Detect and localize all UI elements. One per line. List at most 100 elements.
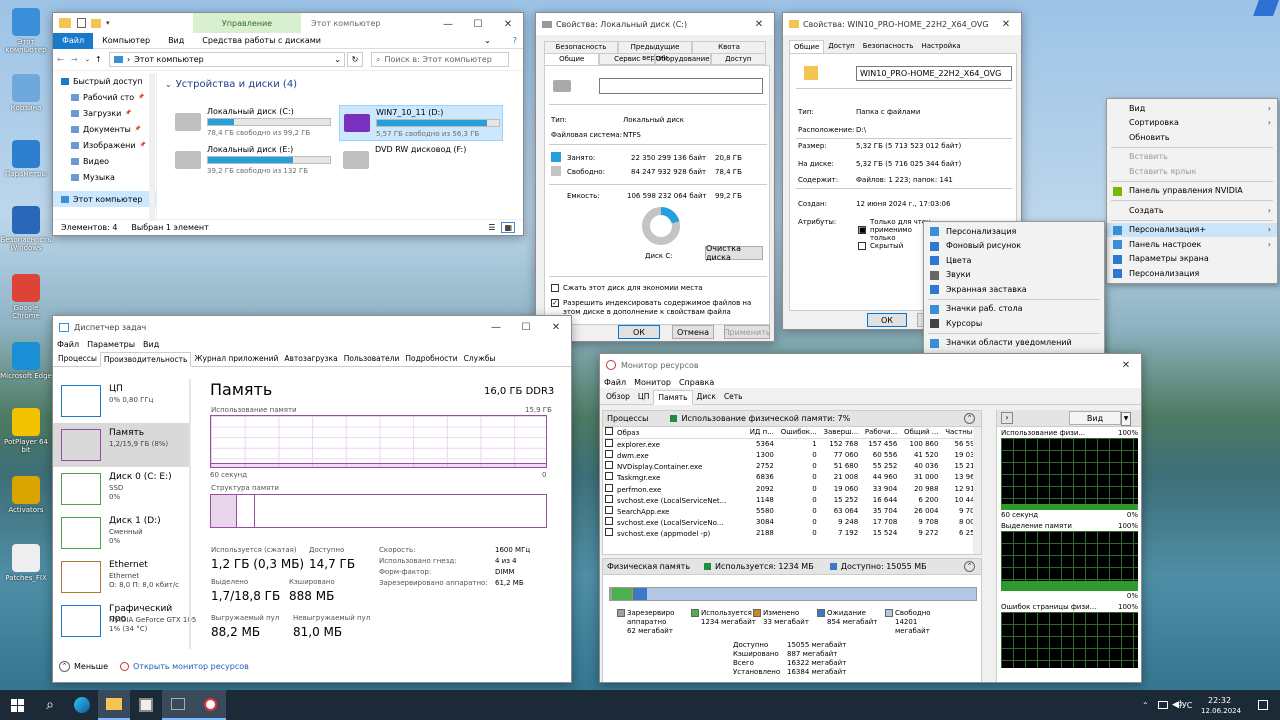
tab-bottom-3[interactable]: Доступ	[710, 53, 766, 65]
tab-1[interactable]: Доступ	[824, 40, 858, 52]
desktop-icon-activators[interactable]: Activators	[0, 476, 52, 514]
row-checkbox[interactable]	[605, 439, 613, 448]
table-row[interactable]: dwm.exe 1300 0 77 060 60 556 41 520 19 036	[603, 449, 981, 460]
desktop-context-menu[interactable]: Вид › Сортировка › Обновить Вставить Вставить …	[1106, 98, 1278, 284]
forward-button[interactable]: →	[71, 55, 85, 64]
tab-bottom-0[interactable]: Общие	[544, 53, 600, 65]
qat-dropdown-icon[interactable]: ▾	[106, 19, 110, 27]
tab-2[interactable]: Память	[653, 390, 693, 405]
close-button[interactable]: ✕	[493, 13, 523, 35]
nav-item[interactable]: Видео	[53, 153, 156, 169]
table-row[interactable]: Taskmgr.exe 6836 0 21 008 44 960 31 000 13 960	[603, 472, 981, 483]
menu-item[interactable]: Экранная заставка	[924, 282, 1104, 297]
menu-item[interactable]: Цвета	[924, 253, 1104, 268]
nav-item[interactable]: Документы 📌	[53, 121, 156, 137]
row-checkbox[interactable]	[605, 517, 613, 526]
tab-top-1[interactable]: Предыдущие версии	[618, 41, 692, 62]
perf-item[interactable]: Ethernet Ethernet О: 8,0 П: 8,0 кбит/с	[53, 555, 191, 599]
row-checkbox[interactable]	[605, 494, 613, 503]
perf-item[interactable]: Диск 1 (D:) Сменный 0%	[53, 511, 191, 555]
menu-item[interactable]: Персонализация+ ›	[1107, 222, 1277, 237]
up-button[interactable]: ↑	[95, 55, 109, 64]
desktop-icon-settings[interactable]: Параметры	[0, 140, 52, 178]
minimize-button[interactable]: —	[481, 316, 511, 338]
tab-2[interactable]: Безопасность	[859, 40, 918, 52]
menu-item[interactable]: Значки области уведомлений	[924, 336, 1104, 351]
desktop-icon-windows-security[interactable]: Безопасность Windows	[0, 206, 52, 252]
personalization-submenu[interactable]: Персонализация Фоновый рисунок Цвета Звуки Э…	[923, 221, 1105, 368]
tiles-view-icon[interactable]: ▦	[501, 222, 515, 233]
ok-button[interactable]: ОК	[867, 313, 907, 327]
desktop-icon-patches-fix[interactable]: Patches_FIX	[0, 544, 52, 582]
tab-top-2[interactable]: Квота	[692, 41, 766, 53]
menu-item[interactable]: Значки раб. стола	[924, 302, 1104, 317]
collapse-icon[interactable]: ⌃	[964, 413, 975, 424]
help-icon[interactable]: ?	[513, 36, 517, 45]
tab-0[interactable]: Общие	[789, 39, 825, 54]
disk-cleanup-button[interactable]: Очистка диска	[705, 244, 763, 262]
close-button[interactable]: ✕	[1111, 354, 1141, 376]
menu-item[interactable]: Параметры экрана	[1107, 252, 1277, 267]
menu-item[interactable]: Сортировка ›	[1107, 116, 1277, 131]
column-header[interactable]: Заверш...	[818, 427, 861, 439]
address-bar[interactable]: › Этот компьютер ⌄	[109, 52, 345, 67]
column-header[interactable]: Общий ...	[899, 427, 941, 439]
search-icon[interactable]: ⌕	[34, 697, 66, 713]
view-dropdown-arrow[interactable]: ▼	[1121, 412, 1131, 426]
menu-item[interactable]: Вставить ярлык	[1107, 164, 1277, 179]
properties-icon[interactable]	[77, 18, 86, 28]
column-header[interactable]: Рабочи...	[860, 427, 900, 439]
tab-bottom-2[interactable]: Оборудование	[654, 53, 711, 65]
clock-time[interactable]: 22:32	[1208, 696, 1231, 705]
clock-date[interactable]: 12.06.2024	[1201, 707, 1241, 715]
maximize-button[interactable]: ☐	[511, 316, 541, 338]
maximize-button[interactable]: ☐	[463, 13, 493, 35]
ok-button[interactable]: ОК	[618, 325, 660, 339]
nav-item[interactable]: Загрузки 📌	[53, 105, 156, 121]
tray-chevron-icon[interactable]: ⌃	[1142, 701, 1149, 710]
row-checkbox[interactable]	[605, 483, 613, 492]
column-header[interactable]: Образ	[603, 427, 738, 439]
network-icon[interactable]	[1158, 701, 1168, 709]
nav-item[interactable]: Музыка	[53, 169, 156, 185]
processes-section-header[interactable]: Процессы Использование физической памяти…	[602, 410, 982, 427]
search-input[interactable]: ⌕ Поиск в: Этот компьютер	[371, 52, 509, 67]
tab-2[interactable]: Журнал приложений	[191, 352, 281, 366]
group-header[interactable]: Устройства и диски (4)	[176, 79, 297, 90]
nav-item[interactable]: Изображени 📌	[53, 137, 156, 153]
ribbon-expand-icon[interactable]: ⌄	[484, 36, 491, 45]
refresh-button[interactable]: ↻	[347, 52, 363, 67]
table-row[interactable]: SearchApp.exe 5580 0 63 064 35 704 26 004 9 70…	[603, 505, 981, 516]
hidden-checkbox[interactable]	[858, 242, 866, 250]
properties-c-window[interactable]: Свойства: Локальный диск (C:) ✕ Безопасн…	[535, 12, 775, 342]
apply-button[interactable]: Применить	[723, 325, 771, 339]
nav-item[interactable]: Быстрый доступ	[53, 73, 156, 89]
close-button[interactable]: ✕	[744, 13, 774, 35]
expand-graphs-button[interactable]: ›	[1001, 412, 1013, 424]
perf-item[interactable]: Диск 0 (C: E:) SSD 0%	[53, 467, 191, 511]
tab-6[interactable]: Службы	[461, 352, 499, 366]
menu-item[interactable]: Звуки	[924, 268, 1104, 283]
tab-5[interactable]: Подробности	[402, 352, 460, 366]
menu-item[interactable]: Фоновый рисунок	[924, 239, 1104, 254]
open-resource-monitor-link[interactable]: Открыть монитор ресурсов	[133, 662, 249, 671]
tab-file[interactable]: Файл	[53, 32, 94, 49]
table-row[interactable]: perfmon.exe 2092 0 19 060 33 904 20 988 12 916	[603, 483, 981, 494]
collapse-icon[interactable]: ⌃	[964, 561, 975, 572]
tab-disk-tools[interactable]: Средства работы с дисками	[193, 36, 330, 45]
tab-0[interactable]: Процессы	[55, 352, 100, 366]
menu-2[interactable]: Вид	[143, 340, 159, 349]
menu-item[interactable]: Курсоры	[924, 316, 1104, 331]
nav-item[interactable]: Рабочий сто 📌	[53, 89, 156, 105]
menu-2[interactable]: Справка	[679, 378, 714, 387]
readonly-checkbox[interactable]: ■	[858, 226, 866, 234]
cancel-button[interactable]: Отмена	[672, 325, 714, 339]
less-details-link[interactable]: Меньше	[74, 662, 108, 671]
tab-top-0[interactable]: Безопасность	[544, 41, 618, 53]
folder-name-input[interactable]: WIN10_PRO-HOME_22H2_X64_OVG	[856, 66, 1012, 81]
menu-0[interactable]: Файл	[604, 378, 626, 387]
language-indicator[interactable]: РУС	[1177, 701, 1192, 710]
group-collapse-icon[interactable]: ⌄	[165, 80, 172, 89]
table-row[interactable]: NVDisplay.Container.exe 2752 0 51 680 55 252…	[603, 461, 981, 472]
close-button[interactable]: ✕	[541, 316, 571, 338]
